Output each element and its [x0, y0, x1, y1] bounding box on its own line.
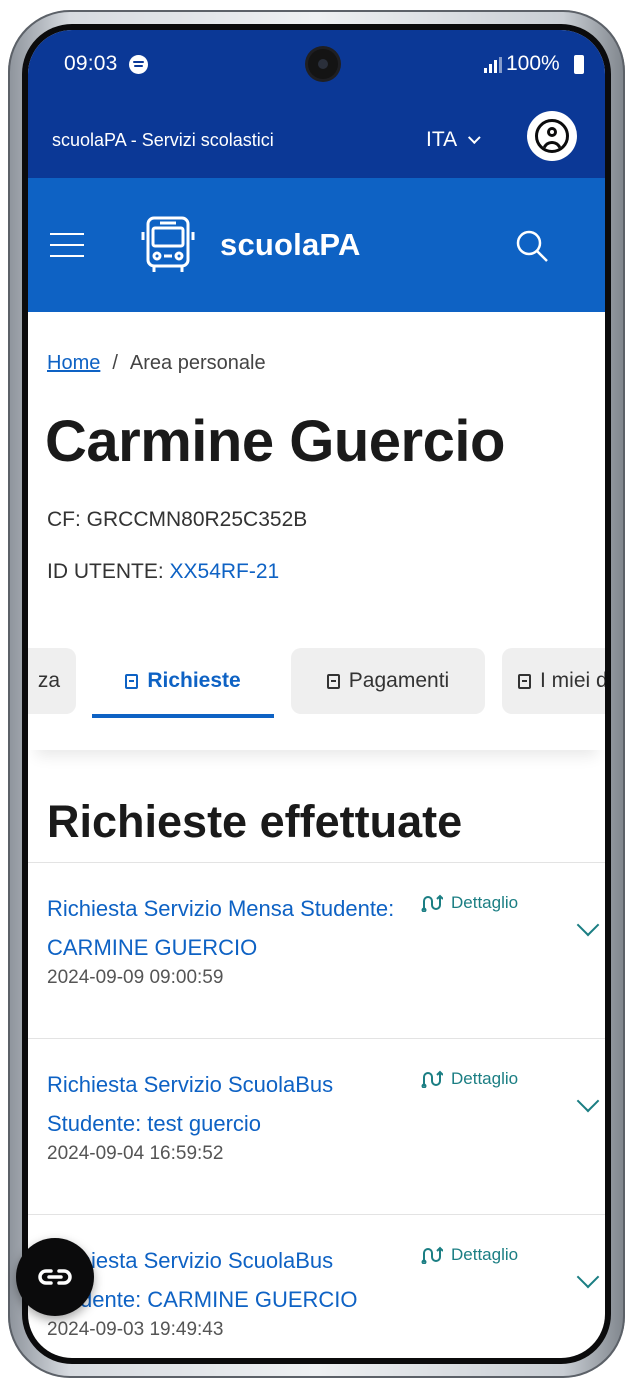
user-id: ID UTENTE: XX54RF-21	[47, 560, 279, 584]
accessibility-icon	[38, 1269, 72, 1285]
signal-icon	[484, 57, 502, 73]
brand-name[interactable]: scuolaPA	[220, 227, 361, 263]
top-header: 09:03 100% scuolaPA - Servizi scolastici…	[28, 30, 605, 178]
tab-label: Pagamenti	[348, 669, 450, 692]
detail-link[interactable]: Dettaglio	[421, 1245, 518, 1265]
screen: 09:03 100% scuolaPA - Servizi scolastici…	[28, 30, 605, 1358]
user-id-value: XX54RF-21	[169, 560, 280, 583]
tabs-bar: za Richieste Pagamenti I miei d	[28, 630, 605, 750]
user-id-label: ID UTENTE:	[47, 560, 164, 583]
fiscal-code-label: CF:	[47, 508, 81, 531]
nav-header: scuolaPA	[28, 178, 605, 312]
fiscal-code: CF: GRCCMN80R25C352B	[47, 508, 307, 532]
status-time: 09:03	[64, 52, 118, 75]
tab-label: za	[37, 669, 60, 692]
list-item[interactable]: Richiesta Servizio ScuolaBus Studente: t…	[28, 1038, 605, 1214]
chevron-down-icon	[468, 130, 481, 144]
detail-label: Dettaglio	[451, 1245, 519, 1264]
tab-label: I miei d	[540, 669, 605, 692]
doc-icon	[326, 673, 340, 689]
phone-bezel: 09:03 100% scuolaPA - Servizi scolastici…	[22, 24, 611, 1364]
user-icon[interactable]	[527, 111, 577, 161]
tab-richieste[interactable]: Richieste	[92, 648, 274, 714]
route-icon	[421, 1246, 443, 1264]
page-title: Carmine Guercio	[45, 409, 505, 474]
tab-label: Richieste	[147, 669, 241, 692]
request-title[interactable]: Richiesta Servizio Mensa Studente: CARMI…	[47, 889, 397, 967]
chevron-down-icon[interactable]	[576, 913, 600, 937]
hamburger-icon[interactable]	[50, 233, 84, 257]
breadcrumb-current: Area personale	[129, 352, 266, 374]
bus-icon	[141, 216, 195, 272]
doc-icon	[125, 673, 139, 689]
chevron-down-icon[interactable]	[576, 1089, 600, 1113]
search-icon[interactable]	[514, 228, 550, 264]
breadcrumb: Home / Area personale	[47, 352, 266, 375]
tab-pagamenti[interactable]: Pagamenti	[291, 648, 485, 714]
spotify-icon	[129, 55, 148, 74]
front-camera-icon	[308, 49, 338, 79]
doc-icon	[518, 673, 531, 689]
detail-label: Dettaglio	[451, 1069, 519, 1088]
detail-link[interactable]: Dettaglio	[421, 1069, 518, 1089]
route-icon	[421, 1070, 443, 1088]
list-item[interactable]: Richiesta Servizio Mensa Studente: CARMI…	[28, 862, 605, 1038]
detail-label: Dettaglio	[451, 893, 519, 912]
section-title: Richieste effettuate	[47, 796, 463, 847]
list-item[interactable]: Richiesta Servizio ScuolaBus Studente: C…	[28, 1214, 605, 1358]
language-label: ITA	[426, 128, 458, 151]
breadcrumb-home-link[interactable]: Home	[47, 352, 100, 375]
battery-icon	[574, 55, 584, 74]
language-selector[interactable]: ITA	[426, 128, 481, 152]
chevron-down-icon[interactable]	[576, 1265, 600, 1289]
request-date: 2024-09-04 16:59:52	[47, 1143, 224, 1164]
detail-link[interactable]: Dettaglio	[421, 893, 518, 913]
fiscal-code-value: GRCCMN80R25C352B	[86, 508, 308, 531]
request-date: 2024-09-09 09:00:59	[47, 967, 224, 988]
accessibility-button[interactable]	[16, 1238, 94, 1316]
request-title[interactable]: Richiesta Servizio ScuolaBus Studente: t…	[47, 1065, 397, 1143]
request-date: 2024-09-03 19:49:43	[47, 1319, 224, 1340]
site-title[interactable]: scuolaPA - Servizi scolastici	[52, 130, 274, 151]
active-tab-indicator	[92, 714, 274, 718]
request-title[interactable]: Richiesta Servizio ScuolaBus Studente: C…	[47, 1241, 397, 1319]
phone-frame: 09:03 100% scuolaPA - Servizi scolastici…	[8, 10, 625, 1378]
tab-i-miei-documenti[interactable]: I miei d	[502, 648, 605, 714]
tab-partial-left[interactable]: za	[28, 648, 76, 714]
battery-percentage: 100%	[506, 52, 560, 75]
route-icon	[421, 894, 443, 912]
breadcrumb-separator: /	[112, 352, 118, 374]
